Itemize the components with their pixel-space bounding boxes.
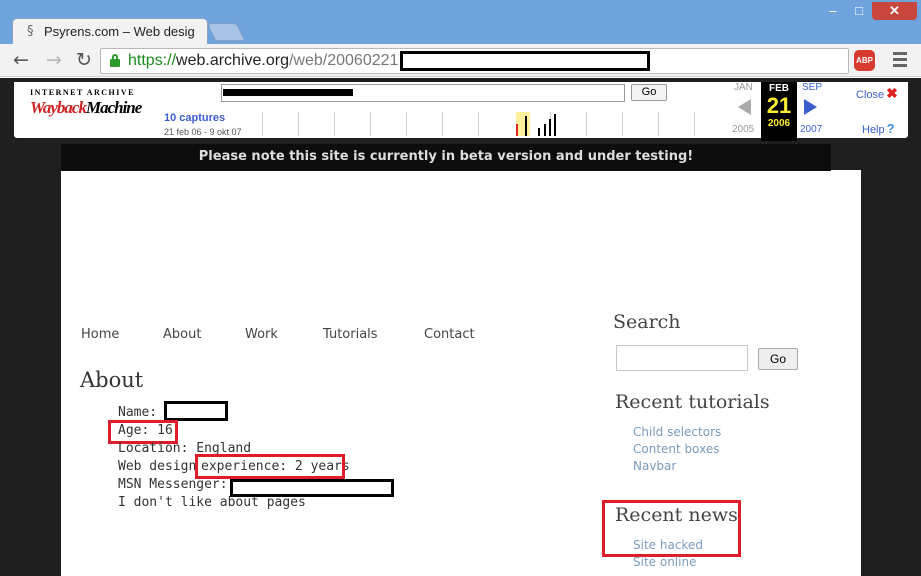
spark-tick <box>370 112 371 136</box>
prev-year-label: 2005 <box>732 124 755 135</box>
minimize-button[interactable]: – <box>820 2 846 20</box>
wayback-toolbar: INTERNET ARCHIVE WaybackMachine Go 10 ca… <box>11 79 911 141</box>
tutorial-link-navbar[interactable]: Navbar <box>633 459 676 473</box>
spark-tick <box>478 112 479 136</box>
spark-bar <box>538 128 540 136</box>
nav-home[interactable]: Home <box>81 327 119 342</box>
name-redaction <box>164 401 228 421</box>
name-label: Name: <box>118 405 158 420</box>
captures-link[interactable]: 10 captures <box>164 112 225 124</box>
spark-tick <box>262 112 263 136</box>
spark-tick <box>406 112 407 136</box>
back-arrow-icon[interactable]: ← <box>10 49 32 71</box>
url-redaction <box>400 51 650 71</box>
spark-highlight-year <box>516 112 530 136</box>
browser-titlebar: § Psyrens.com – Web design – □ ✕ <box>0 0 921 45</box>
adblock-icon[interactable]: ABP <box>854 50 875 71</box>
reload-icon[interactable]: ↻ <box>73 49 95 71</box>
logo-wayback: Wayback <box>30 98 87 117</box>
capture-sparkline[interactable] <box>250 106 725 136</box>
spark-bar <box>554 114 556 136</box>
close-label: Close <box>856 89 885 101</box>
address-bar[interactable]: https://web.archive.org/web/20060221 ☆ <box>100 48 849 74</box>
browser-tab[interactable]: § Psyrens.com – Web design <box>12 18 208 45</box>
nav-about[interactable]: About <box>163 327 201 342</box>
spark-tick <box>622 112 623 136</box>
current-capture-date: FEB 21 2006 <box>761 82 797 141</box>
nav-work[interactable]: Work <box>245 327 278 342</box>
content-area <box>61 170 861 576</box>
nav-tutorials[interactable]: Tutorials <box>323 327 378 342</box>
spark-tick <box>334 112 335 136</box>
web-design-label: Web design <box>118 459 197 474</box>
forward-arrow-icon[interactable]: → <box>43 49 65 71</box>
spark-bar <box>544 124 546 136</box>
captures-range: 21 feb 06 - 9 okt 07 <box>164 127 242 137</box>
url-path: /web/20060221 <box>288 52 399 69</box>
wayback-url-input[interactable] <box>221 84 625 102</box>
spark-bar <box>549 119 551 136</box>
current-year: 2006 <box>767 118 791 129</box>
spark-bar <box>525 116 527 136</box>
wayback-go-button[interactable]: Go <box>631 84 667 101</box>
spark-tick <box>298 112 299 136</box>
help-icon: ? <box>886 121 895 136</box>
wayback-close-button[interactable]: Close ✖ <box>856 85 898 102</box>
recent-tutorials-heading: Recent tutorials <box>615 391 770 413</box>
close-window-button[interactable]: ✕ <box>872 2 917 20</box>
next-arrow-icon[interactable] <box>804 99 817 115</box>
url-text[interactable]: https://web.archive.org/web/20060221 <box>128 52 398 70</box>
help-label: Help <box>862 124 885 136</box>
logo-top-text: INTERNET ARCHIVE <box>30 88 135 97</box>
next-year-link[interactable]: 2007 <box>800 124 822 135</box>
spark-tick <box>586 112 587 136</box>
url-host: web.archive.org <box>176 52 289 69</box>
wayback-help-button[interactable]: Help? <box>862 121 895 136</box>
logo-main-text: WaybackMachine <box>30 98 142 118</box>
news-link-site-online[interactable]: Site online <box>633 555 696 569</box>
closing-text: I don't like about pages <box>118 495 306 510</box>
nav-contact[interactable]: Contact <box>424 327 475 342</box>
menu-icon[interactable] <box>893 52 907 70</box>
spark-bar-current <box>516 124 518 136</box>
lock-icon <box>110 54 120 67</box>
tab-title: Psyrens.com – Web design <box>44 24 194 39</box>
close-x-icon: ✖ <box>886 85 898 101</box>
msn-label: MSN Messenger: <box>118 477 228 492</box>
wayback-month-nav: JAN 2005 FEB 21 2006 SEP 2007 <box>726 82 836 141</box>
wayback-url-redaction <box>223 89 353 96</box>
spark-tick <box>442 112 443 136</box>
favicon-icon: § <box>27 24 34 39</box>
wayback-logo[interactable]: INTERNET ARCHIVE WaybackMachine <box>30 88 142 118</box>
next-month-link[interactable]: SEP <box>802 82 822 93</box>
prev-month-label: JAN <box>734 82 753 93</box>
tutorial-link-content-boxes[interactable]: Content boxes <box>633 442 720 456</box>
maximize-button[interactable]: □ <box>846 2 872 20</box>
news-link-site-hacked[interactable]: Site hacked <box>633 538 703 552</box>
about-heading: About <box>80 368 144 392</box>
beta-notice: Please note this site is currently in be… <box>61 144 831 171</box>
search-input[interactable] <box>616 345 748 371</box>
spark-tick <box>658 112 659 136</box>
current-day: 21 <box>766 93 792 118</box>
logo-machine: Machine <box>85 98 142 117</box>
new-tab-button[interactable] <box>206 23 246 41</box>
spark-tick <box>694 112 695 136</box>
experience-highlight <box>195 454 345 479</box>
browser-toolbar: ← → ↻ https://web.archive.org/web/200602… <box>0 44 921 77</box>
tutorial-link-child-selectors[interactable]: Child selectors <box>633 425 721 439</box>
search-go-button[interactable]: Go <box>758 348 798 370</box>
prev-arrow-icon <box>738 99 751 115</box>
search-heading: Search <box>613 311 681 333</box>
url-scheme: https:// <box>128 52 177 69</box>
